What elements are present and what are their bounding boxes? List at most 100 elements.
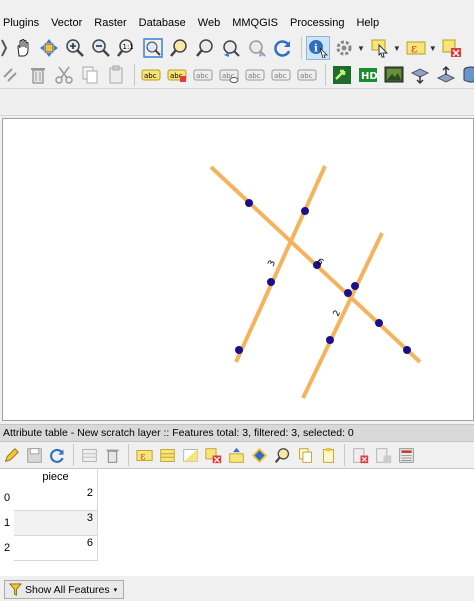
deselect-icon <box>442 39 461 57</box>
layers-download-icon <box>410 68 430 85</box>
highlight-pinned-labels-button[interactable]: abc <box>165 63 189 87</box>
select-features-button[interactable] <box>368 36 392 60</box>
menu-raster[interactable]: Raster <box>90 17 130 29</box>
menu-plugins[interactable]: Plugins <box>0 17 43 29</box>
copy-features-button[interactable] <box>78 63 102 87</box>
scissors-icon <box>55 66 73 84</box>
vertex-point[interactable] <box>235 346 243 354</box>
paste-rows-button[interactable] <box>317 444 339 466</box>
vertex-point[interactable] <box>267 278 275 286</box>
refresh-button[interactable] <box>271 36 295 60</box>
cut-features-button[interactable] <box>0 63 24 87</box>
layers-upload-icon <box>436 65 456 83</box>
map-canvas[interactable]: 3 6 2 <box>2 118 474 421</box>
invert-selection-icon <box>182 448 198 462</box>
svg-text:i: i <box>314 44 318 55</box>
move-selection-to-top-button[interactable] <box>225 444 247 466</box>
hand-pan-icon <box>17 39 29 57</box>
deselect-all-button[interactable] <box>440 36 464 60</box>
move-label-button[interactable]: abc <box>243 63 267 87</box>
pan-to-selected-button[interactable] <box>271 444 293 466</box>
pan-map-button[interactable] <box>11 36 35 60</box>
zoom-full-button[interactable] <box>141 36 165 60</box>
vertex-point[interactable] <box>344 289 352 297</box>
toggle-editing-button[interactable] <box>0 444 22 466</box>
zoom-to-selection-button[interactable] <box>167 36 191 60</box>
field-calculator-button[interactable] <box>395 444 417 466</box>
chevron-down-icon[interactable]: ▼ <box>429 44 437 53</box>
hd-plugin-button[interactable]: HD <box>356 63 380 87</box>
menu-processing[interactable]: Processing <box>286 17 348 29</box>
vertex-point[interactable] <box>326 336 334 344</box>
zoom-in-button[interactable] <box>63 36 87 60</box>
change-label-button[interactable]: abc <box>295 63 319 87</box>
editing-label-toolbar: abc abc abc abc abc abc abc HD <box>0 62 474 88</box>
zoom-next-button[interactable] <box>245 36 269 60</box>
map-features-layer: 3 6 2 <box>209 165 422 399</box>
upload-plugin-button[interactable] <box>434 63 458 87</box>
chevron-down-icon[interactable]: ▼ <box>393 44 401 53</box>
delete-selected-button[interactable] <box>26 63 50 87</box>
rotate-label-button[interactable]: abc <box>269 63 293 87</box>
svg-text:abc: abc <box>248 72 261 80</box>
vertex-point[interactable] <box>403 346 411 354</box>
zoom-out-button[interactable] <box>89 36 113 60</box>
menu-database[interactable]: Database <box>135 17 190 29</box>
menu-mmqgis[interactable]: MMQGIS <box>228 17 282 29</box>
select-by-expression-table-button[interactable]: ε <box>133 444 155 466</box>
database-plugin-button[interactable] <box>460 63 474 87</box>
copy-selected-rows-button[interactable] <box>294 444 316 466</box>
delete-column-icon <box>352 447 368 463</box>
pan-to-selection-button[interactable] <box>37 36 61 60</box>
layer-labeling-button[interactable]: abc <box>139 63 163 87</box>
show-all-features-button[interactable]: Show All Features ▾ <box>4 580 125 599</box>
new-field-button[interactable] <box>372 444 394 466</box>
line-feature-3[interactable] <box>234 165 327 363</box>
attribute-table-grid: piece 0 2 1 3 2 6 <box>0 468 474 576</box>
select-all-button[interactable] <box>156 444 178 466</box>
vertex-point[interactable] <box>301 207 309 215</box>
vertex-point[interactable] <box>351 282 359 290</box>
table-cell[interactable]: 6 <box>14 536 98 561</box>
zoom-to-layer-button[interactable] <box>193 36 217 60</box>
cut-button[interactable] <box>52 63 76 87</box>
menu-web[interactable]: Web <box>194 17 224 29</box>
show-hide-labels-button[interactable]: abc <box>217 63 241 87</box>
vertex-point[interactable] <box>245 199 253 207</box>
select-features-icon <box>371 39 389 58</box>
vertex-point[interactable] <box>375 319 383 327</box>
menu-help[interactable]: Help <box>352 17 383 29</box>
row-header[interactable]: 2 <box>0 536 14 560</box>
zoom-to-layer-icon <box>196 39 213 57</box>
zoom-native-button[interactable]: 1:1 <box>115 36 139 60</box>
chevron-down-icon[interactable]: ▼ <box>357 44 365 53</box>
add-feature-button[interactable] <box>78 444 100 466</box>
table-cell[interactable]: 3 <box>14 511 98 536</box>
run-action-button[interactable] <box>332 36 356 60</box>
delete-features-icon <box>3 68 17 82</box>
column-header-piece[interactable]: piece <box>14 469 98 486</box>
save-edits-button[interactable] <box>23 444 45 466</box>
paste-features-button[interactable] <box>104 63 128 87</box>
layer-plugin-button[interactable] <box>408 63 432 87</box>
label-feature-3: 3 <box>267 259 278 268</box>
invert-selection-button[interactable] <box>179 444 201 466</box>
pin-labels-button[interactable]: abc <box>191 63 215 87</box>
table-cell[interactable]: 2 <box>14 486 98 511</box>
georeferencer-button[interactable] <box>330 63 354 87</box>
deselect-all-table-button[interactable] <box>202 444 224 466</box>
delete-feature-button[interactable] <box>101 444 123 466</box>
row-header[interactable]: 0 <box>0 486 14 510</box>
toolbar-handle[interactable] <box>0 36 8 60</box>
filter-selection-button[interactable] <box>248 444 270 466</box>
delete-field-button[interactable] <box>349 444 371 466</box>
select-by-expression-button[interactable]: ε <box>404 36 428 60</box>
zoom-last-button[interactable] <box>219 36 243 60</box>
toolbar-separator <box>134 64 135 86</box>
menu-vector[interactable]: Vector <box>47 17 86 29</box>
raster-plugin-button[interactable] <box>382 63 406 87</box>
chevron-down-icon: ▾ <box>113 586 118 594</box>
row-header[interactable]: 1 <box>0 511 14 535</box>
reload-table-button[interactable] <box>46 444 68 466</box>
identify-features-button[interactable]: i <box>306 36 330 60</box>
